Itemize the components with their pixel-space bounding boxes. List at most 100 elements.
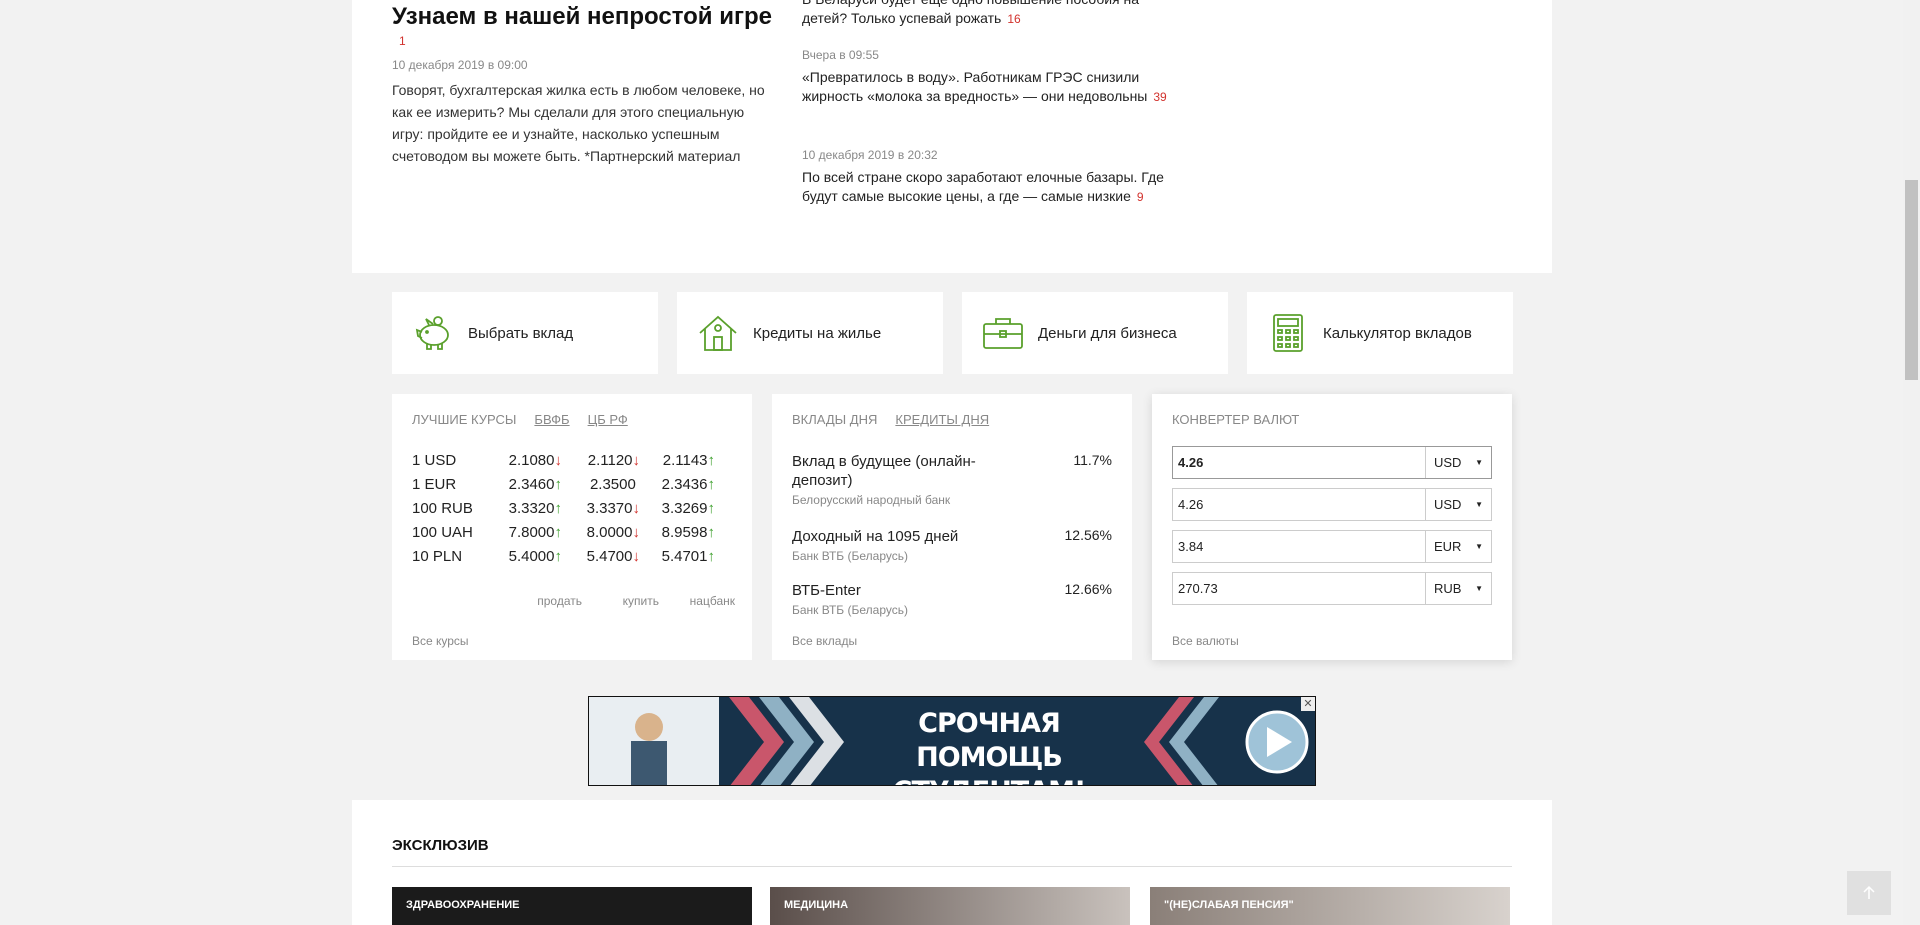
deposit-rate: 12.66% xyxy=(1064,581,1112,597)
tab-bvfb[interactable]: БВФБ xyxy=(534,412,569,427)
deposit-rate: 11.7% xyxy=(1073,452,1112,468)
side-news-text[interactable]: В Беларуси будет еще одно повышение посо… xyxy=(802,0,1139,26)
side-news-text[interactable]: «Превратилось в воду». Работникам ГРЭС с… xyxy=(802,69,1147,104)
deposit-item[interactable]: ВТБ-Enter Банк ВТБ (Беларусь) 12.66% xyxy=(792,581,1112,617)
converter-amount-input[interactable] xyxy=(1173,573,1425,604)
arrow-up-icon: ↑ xyxy=(707,476,716,493)
converter-currency-select[interactable]: RUB ▼ xyxy=(1425,573,1491,604)
tab-best-rates[interactable]: ЛУЧШИЕ КУРСЫ xyxy=(412,412,516,427)
quick-link-calculator[interactable]: Калькулятор вкладов xyxy=(1247,292,1513,374)
scroll-to-top-button[interactable] xyxy=(1847,871,1891,915)
rate-buy: 2.1120↓ xyxy=(570,452,640,469)
converter-row: RUB ▼ xyxy=(1172,572,1492,605)
side-news-comments[interactable]: 9 xyxy=(1137,190,1144,204)
rates-row: 100 RUB 3.3320↑ 3.3370↓ 3.3269↑ xyxy=(412,500,732,524)
currency-label: 1 EUR xyxy=(412,476,457,493)
exclusive-card[interactable]: МЕДИЦИНА xyxy=(770,887,1130,925)
converter-amount-input[interactable] xyxy=(1173,447,1425,478)
rate-value: 2.1143 xyxy=(662,452,708,469)
deposit-item[interactable]: Доходный на 1095 дней Банк ВТБ (Беларусь… xyxy=(792,527,1112,563)
rates-row: 100 UAH 7.8000↑ 8.0000↓ 8.9598↑ xyxy=(412,524,732,548)
card-category: МЕДИЦИНА xyxy=(784,899,849,911)
rates-row: 1 EUR 2.3460↑ 2.3500 2.3436↑ xyxy=(412,476,732,500)
currency-converter-widget: КОНВЕРТЕР ВАЛЮТ USD ▼ USD ▼ EUR ▼ RUB ▼ Все … xyxy=(1152,394,1512,660)
deposits-tabs: ВКЛАДЫ ДНЯ КРЕДИТЫ ДНЯ xyxy=(792,412,989,427)
house-icon xyxy=(699,315,737,351)
dropdown-caret-icon: ▼ xyxy=(1475,500,1483,509)
converter-amount-input[interactable] xyxy=(1173,531,1425,562)
all-deposits-link[interactable]: Все вклады xyxy=(792,634,857,648)
currency-code: USD xyxy=(1434,497,1462,512)
currency-code: RUB xyxy=(1434,581,1462,596)
banner-headline: СРОЧНАЯ ПОМОЩЬ СТУДЕНТАМ! xyxy=(893,708,1087,785)
side-news-date: Вчера в 09:55 xyxy=(802,48,879,62)
currency-code: USD xyxy=(1434,455,1462,470)
tab-deposits-day[interactable]: ВКЛАДЫ ДНЯ xyxy=(792,412,877,427)
arrow-down-icon: ↓ xyxy=(632,500,641,517)
rate-sell: 2.1080↓ xyxy=(492,452,562,469)
rate-nb: 3.3269↑ xyxy=(645,500,715,517)
arrow-up-icon: ↑ xyxy=(707,524,716,541)
rates-row: 1 USD 2.1080↓ 2.1120↓ 2.1143↑ xyxy=(412,452,732,476)
news-section: Узнаем в нашей непростой игре 1 10 декаб… xyxy=(352,0,1552,273)
deposit-bank: Белорусский народный банк xyxy=(792,493,951,507)
scrollbar-thumb[interactable] xyxy=(1905,180,1918,380)
converter-currency-select[interactable]: EUR ▼ xyxy=(1425,531,1491,562)
rate-nb: 2.3436↑ xyxy=(645,476,715,493)
arrow-down-icon: ↓ xyxy=(554,452,563,469)
exclusive-card[interactable]: "(НЕ)СЛАБАЯ ПЕНСИЯ" xyxy=(1150,887,1510,925)
briefcase-icon xyxy=(983,318,1023,349)
currency-label: 1 USD xyxy=(412,452,457,469)
arrow-down-icon: ↓ xyxy=(632,452,641,469)
piggy-bank-icon xyxy=(415,316,449,350)
side-news-comments[interactable]: 39 xyxy=(1153,90,1166,104)
ad-banner[interactable]: СРОЧНАЯ ПОМОЩЬ СТУДЕНТАМ! ✕ xyxy=(588,696,1316,786)
side-news-item[interactable]: Вчера в 09:55 «Превратилось в воду». Раб… xyxy=(802,48,1172,107)
converter-currency-select[interactable]: USD ▼ xyxy=(1425,489,1491,520)
deposit-item[interactable]: Вклад в будущее (онлайн-депозит) Белорус… xyxy=(792,452,1112,507)
converter-row: EUR ▼ xyxy=(1172,530,1492,563)
quick-link-deposit[interactable]: Выбрать вклад xyxy=(392,292,658,374)
tab-credits-day[interactable]: КРЕДИТЫ ДНЯ xyxy=(895,412,989,427)
lead-comment-count[interactable]: 1 xyxy=(399,34,406,48)
rate-nb: 2.1143↑ xyxy=(645,452,715,469)
currency-label: 100 UAH xyxy=(412,524,473,541)
converter-amount-input[interactable] xyxy=(1173,489,1425,520)
side-news-comments[interactable]: 16 xyxy=(1007,12,1020,26)
rate-value: 8.9598 xyxy=(661,524,708,541)
rate-value: 3.3320 xyxy=(508,500,555,517)
exclusive-card[interactable]: ЗДРАВООХРАНЕНИЕ xyxy=(392,887,752,925)
all-currencies-link[interactable]: Все валюты xyxy=(1172,634,1239,648)
label-buy: купить xyxy=(622,594,659,608)
label-nb: нацбанк xyxy=(689,594,735,608)
quick-link-label: Кредиты на жилье xyxy=(753,324,882,342)
deposit-bank: Банк ВТБ (Беларусь) xyxy=(792,603,908,617)
quick-link-housing-credit[interactable]: Кредиты на жилье xyxy=(677,292,943,374)
arrow-up-icon: ↑ xyxy=(554,524,563,541)
converter-currency-select[interactable]: USD ▼ xyxy=(1425,447,1491,478)
rate-nb: 8.9598↑ xyxy=(645,524,715,541)
scrollbar[interactable] xyxy=(1903,0,1920,925)
side-news-item[interactable]: 10 декабря 2019 в 20:32 По всей стране с… xyxy=(802,148,1172,207)
rate-sell: 2.3460↑ xyxy=(492,476,562,493)
quick-link-label: Выбрать вклад xyxy=(468,324,574,342)
quick-link-business[interactable]: Деньги для бизнеса xyxy=(962,292,1228,374)
rate-buy: 2.3500 xyxy=(570,476,640,493)
dropdown-caret-icon: ▼ xyxy=(1475,542,1483,551)
rate-value: 3.3370 xyxy=(586,500,633,517)
rate-value: 2.1120 xyxy=(587,452,633,469)
page-container: Узнаем в нашей непростой игре 1 10 декаб… xyxy=(352,0,1552,925)
section-divider xyxy=(392,866,1512,867)
side-news-text[interactable]: По всей стране скоро заработают елочные … xyxy=(802,169,1164,204)
dropdown-caret-icon: ▼ xyxy=(1475,584,1483,593)
side-news-item[interactable]: В Беларуси будет еще одно повышение посо… xyxy=(802,0,1172,29)
dropdown-caret-icon: ▼ xyxy=(1475,458,1483,467)
lead-article-title[interactable]: Узнаем в нашей непростой игре xyxy=(392,2,792,32)
lead-article-text[interactable]: Говорят, бухгалтерская жилка есть в любо… xyxy=(392,79,772,167)
rate-buy: 8.0000↓ xyxy=(570,524,640,541)
close-icon[interactable]: ✕ xyxy=(1301,697,1315,711)
tab-cbrf[interactable]: ЦБ РФ xyxy=(588,412,628,427)
rate-value: 2.3500 xyxy=(589,476,636,493)
card-category: ЗДРАВООХРАНЕНИЕ xyxy=(406,899,520,911)
all-rates-link[interactable]: Все курсы xyxy=(412,634,469,648)
